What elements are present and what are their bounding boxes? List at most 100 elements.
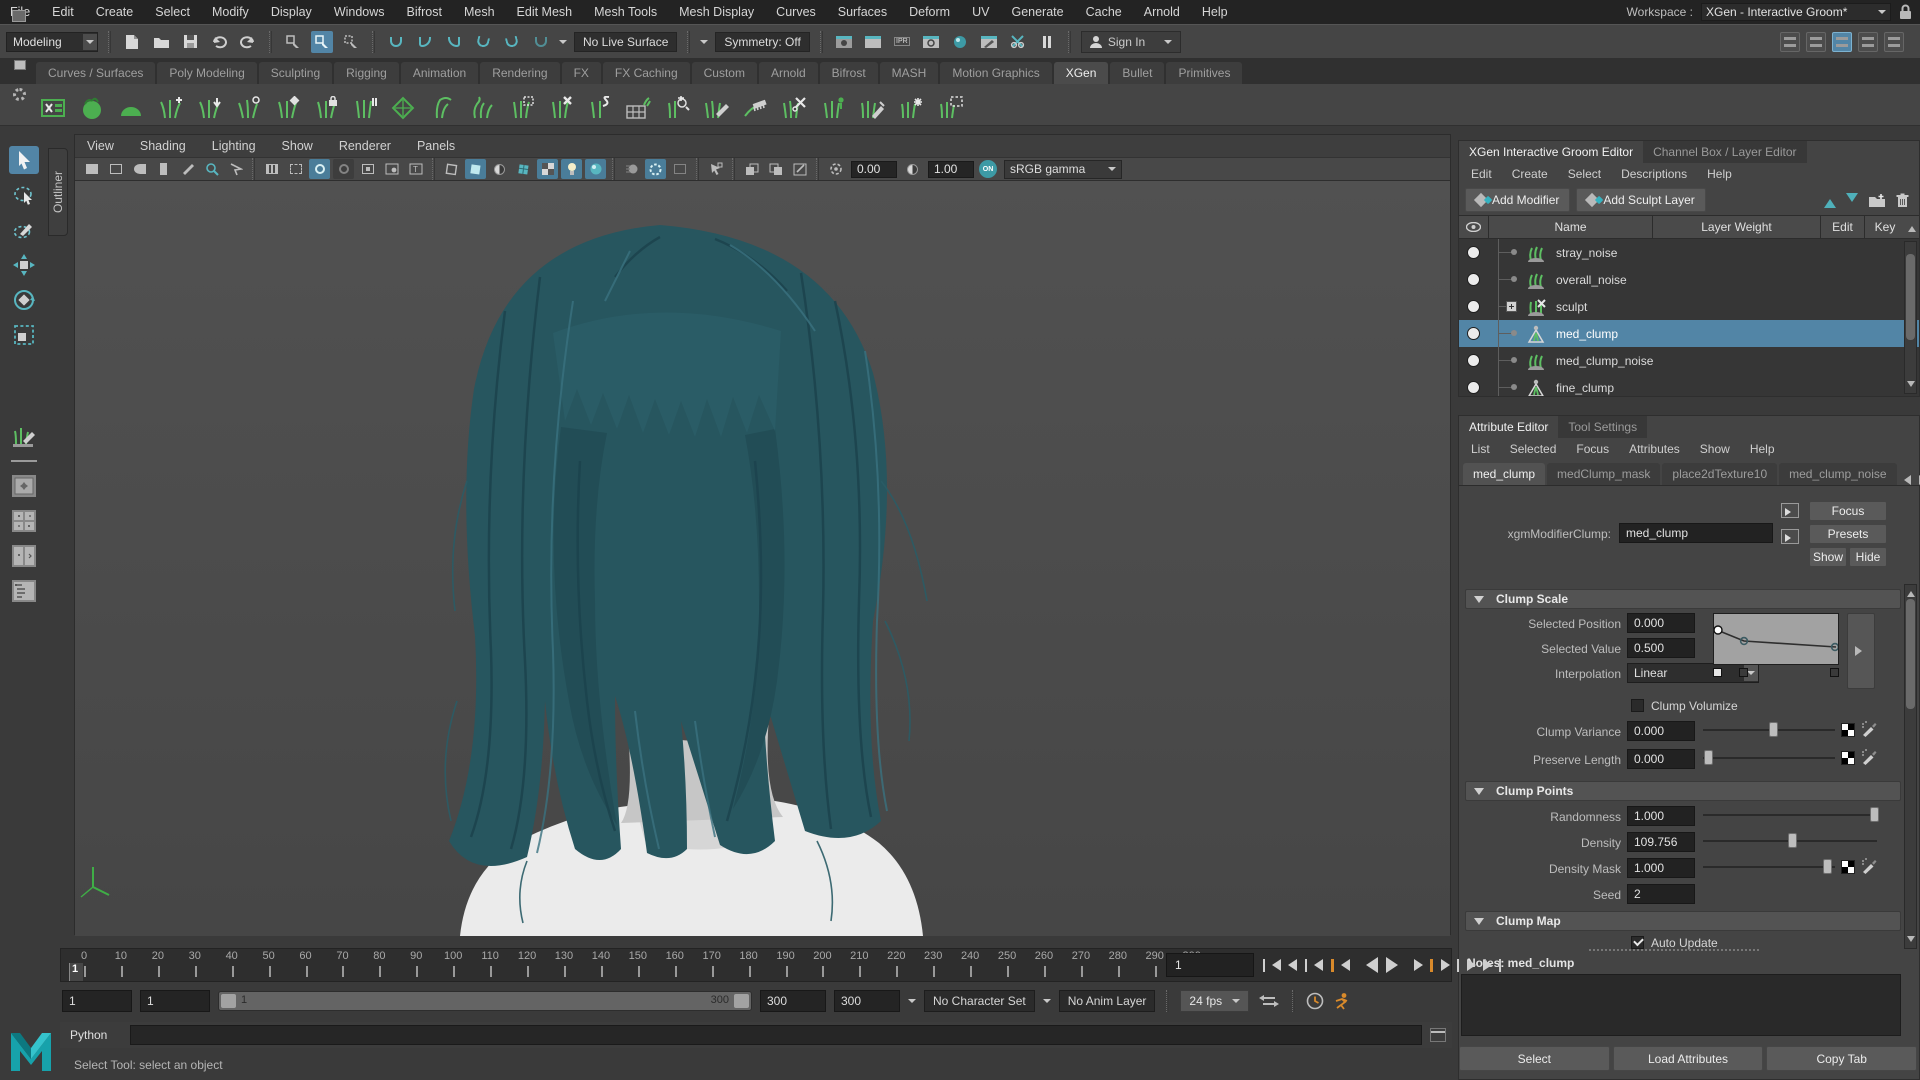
step-forward-frame-button[interactable]: [1441, 954, 1459, 976]
bookmark-icon[interactable]: [153, 159, 174, 179]
shelf-tab[interactable]: XGen: [1054, 62, 1109, 84]
color-management-on-badge[interactable]: ON: [979, 160, 997, 178]
step-forward-key-button[interactable]: [1414, 954, 1433, 976]
motion-blur-icon[interactable]: [621, 159, 642, 179]
randomness-slider[interactable]: [1703, 806, 1877, 824]
viewport-menu-item[interactable]: View: [87, 139, 114, 153]
menu-item[interactable]: Arnold: [1144, 5, 1180, 19]
layer-row[interactable]: overall_noise: [1459, 266, 1919, 293]
character-set-selector[interactable]: No Character Set: [924, 990, 1035, 1012]
shelf-menu-icon[interactable]: [12, 10, 26, 22]
playback-range-slider[interactable]: 1 300: [218, 991, 752, 1011]
playback-end-field[interactable]: 300: [760, 990, 826, 1012]
density-slider[interactable]: [1703, 832, 1877, 850]
current-frame-indicator[interactable]: 1: [69, 963, 83, 981]
live-surface-field[interactable]: No Live Surface: [574, 32, 677, 52]
selected-position-field[interactable]: 0.000: [1627, 613, 1695, 633]
grass-select-plus-shelf-icon[interactable]: [662, 90, 692, 120]
textured-mode-icon[interactable]: [513, 159, 534, 179]
layer-weight-column-header[interactable]: Layer Weight: [1653, 216, 1821, 238]
save-scene-button[interactable]: [179, 31, 201, 53]
cut-grass-shelf-icon[interactable]: [779, 90, 809, 120]
workspace-selector[interactable]: XGen - Interactive Groom*: [1701, 3, 1891, 21]
step-back-frame-button[interactable]: [1305, 954, 1323, 976]
layer-row-selected[interactable]: med_clump: [1459, 320, 1919, 347]
animation-preferences-clock-icon[interactable]: [1306, 992, 1324, 1010]
grass-region-shelf-icon[interactable]: [935, 90, 965, 120]
shelf-tab[interactable]: Custom: [692, 62, 757, 84]
node-tab[interactable]: medClump_mask: [1547, 463, 1660, 485]
gamma-icon[interactable]: [902, 159, 923, 179]
menu-item[interactable]: Windows: [334, 5, 385, 19]
2d-pan-zoom-icon[interactable]: [201, 159, 222, 179]
layer-visibility-toggle[interactable]: [1467, 327, 1480, 340]
presets-button[interactable]: Presets: [1809, 524, 1887, 544]
ramp-expand-button[interactable]: [1847, 613, 1875, 689]
layer-row[interactable]: fine_clump: [1459, 374, 1919, 396]
select-button[interactable]: Select: [1459, 1046, 1610, 1071]
show-button[interactable]: Show: [1809, 547, 1847, 567]
field-chart-icon[interactable]: [357, 159, 378, 179]
image-plane-icon[interactable]: [177, 159, 198, 179]
safe-title-icon[interactable]: T: [405, 159, 426, 179]
pause-viewport-button[interactable]: [1036, 31, 1058, 53]
paste-view-icon[interactable]: [765, 159, 786, 179]
chevron-down-icon[interactable]: [559, 40, 567, 48]
ramp-key-marker[interactable]: [1830, 668, 1839, 677]
add-modifier-button[interactable]: Add Modifier: [1465, 188, 1570, 212]
clump-variance-field[interactable]: 0.000: [1627, 721, 1695, 741]
panel-resize-handle[interactable]: [1589, 949, 1759, 951]
shelf-tab[interactable]: Rigging: [334, 62, 399, 84]
clump-volumize-checkbox[interactable]: [1631, 699, 1644, 712]
groom-brush-shelf-icon[interactable]: [701, 90, 731, 120]
time-slider[interactable]: 0102030405060708090100110120130140150160…: [60, 948, 1452, 982]
go-to-end-button[interactable]: [1467, 954, 1501, 976]
animation-start-field[interactable]: 1: [62, 990, 132, 1012]
safe-action-icon[interactable]: [381, 159, 402, 179]
select-hierarchy-mode-button[interactable]: [282, 31, 304, 53]
select-object-mode-button[interactable]: [311, 31, 333, 53]
tab-tool-settings[interactable]: Tool Settings: [1558, 416, 1647, 438]
shelf-tab[interactable]: Motion Graphics: [940, 62, 1051, 84]
resolution-gate-icon[interactable]: [309, 159, 330, 179]
shelf-tab[interactable]: Bifrost: [820, 62, 878, 84]
viewport-menu-item[interactable]: Shading: [140, 139, 186, 153]
grass-lock-shelf-icon[interactable]: [311, 90, 341, 120]
select-camera-icon[interactable]: [81, 159, 102, 179]
rotate-tool-button[interactable]: [9, 286, 39, 314]
gamma-field[interactable]: 1.00: [928, 161, 974, 178]
command-language-toggle[interactable]: Python: [70, 1028, 122, 1042]
auto-update-checkbox[interactable]: [1631, 936, 1644, 949]
grass-bend-shelf-icon[interactable]: [428, 90, 458, 120]
menu-item[interactable]: Display: [271, 5, 312, 19]
density-mask-slider[interactable]: [1703, 858, 1835, 876]
exposure-icon[interactable]: [825, 159, 846, 179]
node-name-field[interactable]: med_clump: [1619, 523, 1773, 543]
open-scene-button[interactable]: [150, 31, 172, 53]
layer-visibility-toggle[interactable]: [1467, 381, 1480, 394]
scroll-down-icon[interactable]: [1907, 381, 1915, 391]
menu-item[interactable]: Surfaces: [838, 5, 887, 19]
menu-item[interactable]: Edit Mesh: [517, 5, 573, 19]
groom-menu-item[interactable]: Edit: [1471, 167, 1492, 181]
menu-item[interactable]: Bifrost: [407, 5, 442, 19]
viewport-3d-canvas[interactable]: [75, 181, 1450, 936]
grab-groom-tool-button[interactable]: [9, 422, 39, 450]
menu-item[interactable]: Edit: [52, 5, 74, 19]
viewport-menu-item[interactable]: Lighting: [212, 139, 256, 153]
hypershade-button[interactable]: [949, 31, 971, 53]
menu-item[interactable]: Mesh: [464, 5, 495, 19]
tab-channel-box-layer-editor[interactable]: Channel Box / Layer Editor: [1643, 141, 1806, 163]
step-back-key-button[interactable]: [1331, 954, 1350, 976]
tab-xgen-groom-editor[interactable]: XGen Interactive Groom Editor: [1459, 141, 1643, 163]
snap-to-point-button[interactable]: [443, 31, 465, 53]
anim-layer-selector[interactable]: No Anim Layer: [1059, 990, 1156, 1012]
snap-to-curve-button[interactable]: [414, 31, 436, 53]
selected-value-field[interactable]: 0.500: [1627, 638, 1695, 658]
snap-to-projected-center-button[interactable]: [472, 31, 494, 53]
redo-button[interactable]: [237, 31, 259, 53]
fps-dropdown[interactable]: 24 fps: [1180, 990, 1249, 1012]
render-current-frame-button[interactable]: [862, 31, 884, 53]
menu-item[interactable]: Modify: [212, 5, 249, 19]
scroll-up-icon[interactable]: [1908, 222, 1916, 232]
